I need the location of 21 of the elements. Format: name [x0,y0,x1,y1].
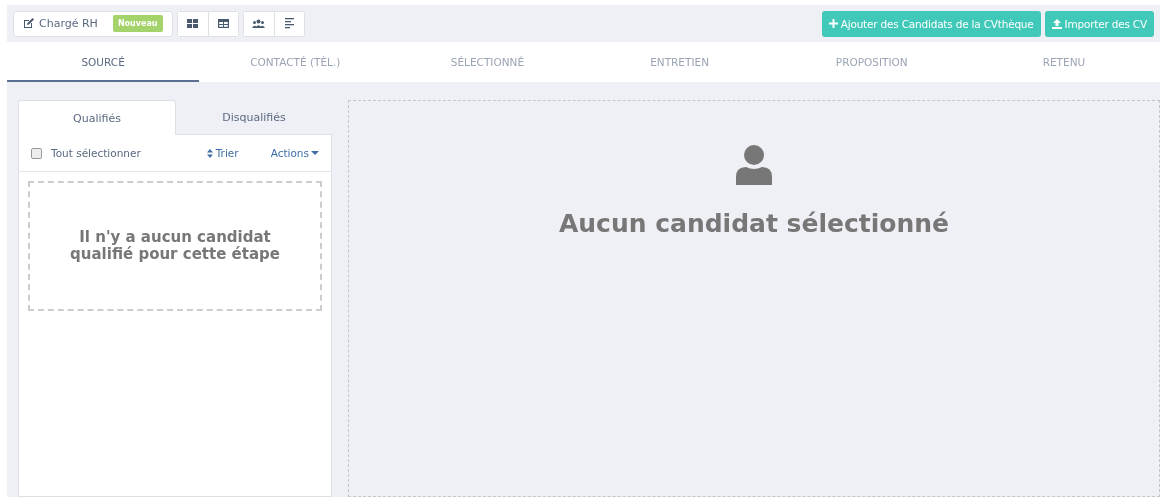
caret-icon [311,151,319,155]
table-icon [217,19,229,28]
empty-detail-message: Aucun candidat sélectionné [558,209,950,238]
actions-dropdown[interactable]: Actions [270,147,319,159]
status-badge: Nouveau [112,15,163,32]
person-icon [736,145,772,185]
empty-list-message: Il n'y a aucun candidat qualifié pour cette étape [69,229,281,263]
job-button[interactable]: Chargé RH Nouveau [13,10,173,37]
filter-tab[interactable]: Qualifiés [18,100,176,135]
align-left-icon [284,18,294,29]
plus-icon [828,19,838,28]
people-icon [252,19,265,28]
list-view-button[interactable] [273,11,304,36]
select-all-checkbox[interactable] [31,147,42,159]
sort-button[interactable]: Trier [206,147,239,159]
grid-icon [187,19,198,28]
table-view-button[interactable] [207,11,238,36]
edit-icon [23,18,34,29]
sort-icon [206,148,213,158]
upload-icon [1051,18,1062,29]
select-all-label[interactable]: Tout sélectionner [51,147,207,159]
